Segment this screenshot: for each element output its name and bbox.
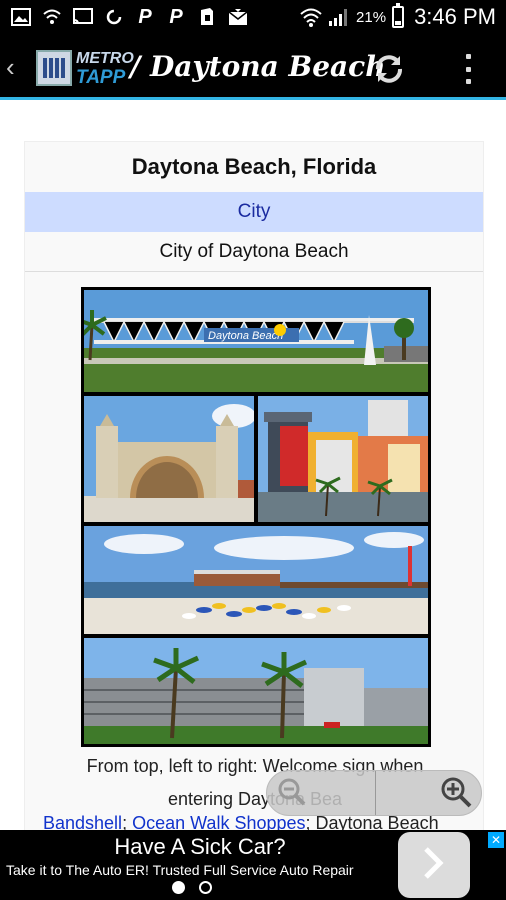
svg-text:Daytona Beach: Daytona Beach bbox=[208, 330, 283, 342]
screen: P P 21% 3:46 PM ‹ METRO TAPP / Daytona B… bbox=[0, 0, 506, 900]
clock: 3:46 PM bbox=[414, 4, 496, 29]
app-logo[interactable]: METRO TAPP bbox=[36, 48, 134, 88]
infobox-body: Daytona Beach From top, left to right: W… bbox=[25, 272, 483, 830]
photo-beach-pier bbox=[84, 526, 428, 634]
ad-page-dot bbox=[199, 881, 212, 894]
page-title: / Daytona Beach bbox=[130, 50, 386, 83]
notification-icons: P P bbox=[10, 6, 249, 28]
chevron-right-icon bbox=[420, 845, 448, 886]
infobox-type-link[interactable]: City bbox=[25, 192, 483, 232]
shield-icon bbox=[196, 6, 218, 28]
wifi-signal-icon bbox=[300, 6, 322, 28]
infobox: Daytona Beach, Florida City City of Dayt… bbox=[24, 141, 484, 830]
ocean-walk-shoppes-link[interactable]: Ocean Walk Shoppes bbox=[132, 813, 305, 830]
cast-icon bbox=[72, 6, 94, 28]
action-bar: ‹ METRO TAPP / Daytona Beach bbox=[0, 36, 506, 100]
system-status: 21% 3:46 PM bbox=[300, 3, 496, 30]
ad-next-button[interactable] bbox=[398, 832, 470, 898]
wifi-icon bbox=[41, 6, 63, 28]
infobox-title: Daytona Beach, Florida bbox=[131, 154, 377, 179]
mail-icon bbox=[227, 6, 249, 28]
paypal-icon: P bbox=[169, 6, 183, 28]
bandshell-link[interactable]: Bandshell bbox=[43, 813, 122, 830]
photo-speedway bbox=[84, 638, 428, 744]
photo-welcome-sign: Daytona Beach bbox=[84, 290, 428, 392]
zoom-out-icon bbox=[277, 777, 307, 812]
photo-bandshell bbox=[84, 396, 254, 522]
back-chevron-icon[interactable]: ‹ bbox=[6, 54, 15, 80]
ad-subtitle: Take it to The Auto ER! Trusted Full Ser… bbox=[6, 862, 354, 878]
ad-banner[interactable]: Have A Sick Car? Take it to The Auto ER!… bbox=[0, 830, 506, 900]
logo-mark-icon bbox=[36, 50, 72, 86]
zoom-control bbox=[266, 770, 482, 816]
battery-icon bbox=[392, 3, 405, 28]
zoom-in-icon bbox=[439, 775, 473, 814]
zoom-out-button[interactable] bbox=[267, 771, 375, 815]
image-icon bbox=[10, 6, 32, 28]
photo-collage[interactable]: Daytona Beach bbox=[81, 287, 431, 747]
photo-ocean-walk-shoppes bbox=[258, 396, 428, 522]
logo-text-metro: METRO bbox=[76, 50, 134, 67]
battery-percent: 21% bbox=[356, 8, 387, 26]
ad-page-dot-active bbox=[172, 881, 185, 894]
caption-sep: ; bbox=[122, 813, 133, 830]
sync-icon bbox=[103, 6, 125, 28]
ad-title: Have A Sick Car? bbox=[114, 834, 286, 859]
paypal-icon: P bbox=[138, 6, 152, 28]
web-content[interactable]: Daytona Beach, Florida City City of Dayt… bbox=[0, 103, 506, 830]
refresh-icon[interactable] bbox=[372, 52, 406, 86]
infobox-name: City of Daytona Beach bbox=[25, 232, 483, 272]
cell-signal-icon bbox=[328, 6, 350, 28]
status-bar: P P 21% 3:46 PM bbox=[0, 0, 506, 36]
ad-pager bbox=[172, 881, 212, 894]
overflow-menu-icon[interactable] bbox=[458, 54, 478, 84]
ad-close-icon[interactable]: ✕ bbox=[488, 832, 504, 848]
zoom-in-button[interactable] bbox=[375, 771, 481, 815]
logo-text-tapp: TAPP bbox=[76, 67, 126, 88]
